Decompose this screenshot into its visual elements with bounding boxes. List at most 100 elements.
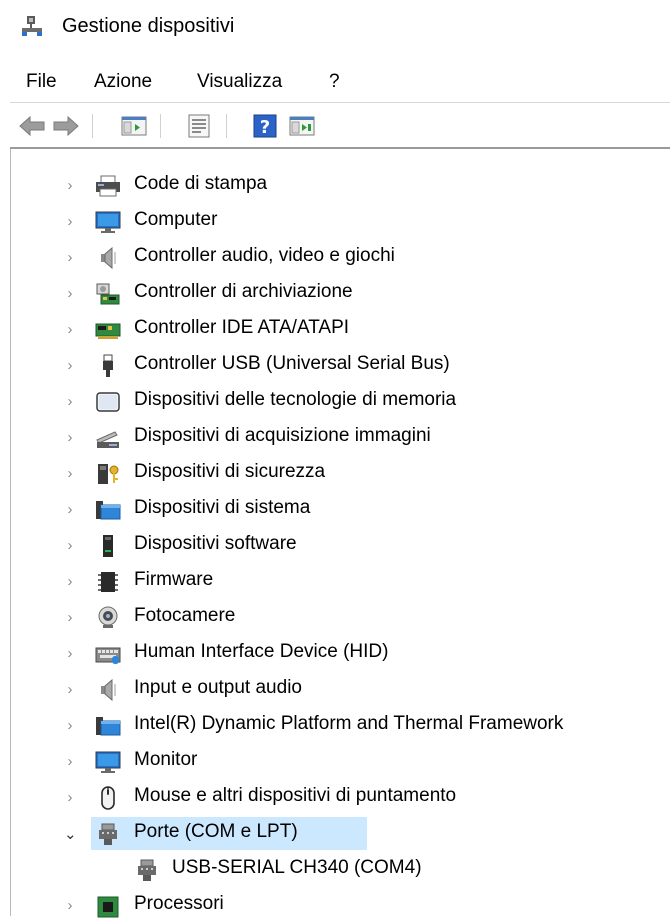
tree-item-label: Fotocamere xyxy=(134,605,236,626)
speaker-icon xyxy=(95,678,121,702)
svg-text:?: ? xyxy=(260,117,270,138)
processor-icon xyxy=(95,894,121,918)
chevron-right-icon[interactable]: › xyxy=(64,357,76,374)
tree-item-label: Firmware xyxy=(134,569,214,590)
tree-item-computer[interactable]: › Computer xyxy=(11,204,670,240)
ide-controller-icon xyxy=(95,318,121,342)
window-title: Gestione dispositivi xyxy=(62,15,235,37)
tree-item-label: USB-SERIAL CH340 (COM4) xyxy=(172,857,422,878)
system-folder-icon xyxy=(95,714,121,738)
tree-item-monitor[interactable]: › Monitor xyxy=(11,744,670,780)
chevron-right-icon[interactable]: › xyxy=(64,645,76,662)
tree-item-controller-ide[interactable]: › Controller IDE ATA/ATAPI xyxy=(11,312,670,348)
menu-file[interactable]: File xyxy=(26,71,57,93)
menu-help[interactable]: ? xyxy=(329,71,340,93)
chevron-right-icon[interactable]: › xyxy=(64,501,76,518)
chevron-right-icon[interactable]: › xyxy=(64,681,76,698)
tree-item-usb-serial-ch340[interactable]: USB-SERIAL CH340 (COM4) xyxy=(11,852,670,888)
tree-item-label: Dispositivi di sistema xyxy=(134,497,311,518)
tree-item-dispositivi-memoria[interactable]: › Dispositivi delle tecnologie di memori… xyxy=(11,384,670,420)
device-manager-icon xyxy=(20,14,44,38)
chevron-right-icon[interactable]: › xyxy=(64,789,76,806)
tree-item-dispositivi-software[interactable]: › Dispositivi software xyxy=(11,528,670,564)
tree-item-processori[interactable]: › Processori xyxy=(11,888,670,924)
chevron-down-icon[interactable]: ⌄ xyxy=(64,825,77,843)
chevron-right-icon[interactable]: › xyxy=(64,465,76,482)
system-folder-icon xyxy=(95,498,121,522)
tree-item-label: Porte (COM e LPT) xyxy=(134,821,298,842)
tree-item-label: Input e output audio xyxy=(134,677,302,698)
title-bar: Gestione dispositivi xyxy=(0,0,670,62)
tree-item-label: Controller audio, video e giochi xyxy=(134,245,395,266)
chevron-right-icon[interactable]: › xyxy=(64,321,76,338)
tree-item-porte-com-lpt[interactable]: ⌄ Porte (COM e LPT) xyxy=(11,816,670,852)
scan-hardware-icon[interactable] xyxy=(288,112,316,140)
tree-item-label: Controller di archiviazione xyxy=(134,281,353,302)
chevron-right-icon[interactable]: › xyxy=(64,609,76,626)
usb-plug-icon xyxy=(95,354,121,378)
tree-item-code-di-stampa[interactable]: › Code di stampa xyxy=(11,168,670,204)
help-icon[interactable]: ? xyxy=(251,112,279,140)
speaker-icon xyxy=(95,246,121,270)
software-device-icon xyxy=(95,534,121,558)
toolbar-divider xyxy=(10,147,670,149)
tree-item-label: Intel(R) Dynamic Platform and Thermal Fr… xyxy=(134,713,564,734)
tree-item-label: Controller IDE ATA/ATAPI xyxy=(134,317,350,338)
toolbar-separator xyxy=(160,114,161,138)
tree-item-firmware[interactable]: › Firmware xyxy=(11,564,670,600)
toolbar-separator xyxy=(92,114,93,138)
firmware-chip-icon xyxy=(95,570,121,594)
chevron-right-icon[interactable]: › xyxy=(64,573,76,590)
toolbar-separator xyxy=(226,114,227,138)
menu-azione[interactable]: Azione xyxy=(94,71,152,93)
port-connector-icon xyxy=(95,822,121,846)
tree-item-dispositivi-sistema[interactable]: › Dispositivi di sistema xyxy=(11,492,670,528)
chevron-right-icon[interactable]: › xyxy=(64,393,76,410)
mouse-icon xyxy=(95,786,121,810)
printer-icon xyxy=(95,174,121,198)
chevron-right-icon[interactable]: › xyxy=(64,717,76,734)
tree-item-hid[interactable]: › Human Interface Device (HID) xyxy=(11,636,670,672)
memory-device-icon xyxy=(95,390,121,414)
chevron-right-icon[interactable]: › xyxy=(64,897,76,914)
computer-icon xyxy=(95,210,121,234)
toolbar: ? xyxy=(0,104,670,146)
tree-item-label: Dispositivi di acquisizione immagini xyxy=(134,425,431,446)
scanner-icon xyxy=(95,426,121,450)
menu-visualizza[interactable]: Visualizza xyxy=(197,71,282,93)
tree-item-dispositivi-acquisizione-immagini[interactable]: › Dispositivi di acquisizione immagini xyxy=(11,420,670,456)
chevron-right-icon[interactable]: › xyxy=(64,429,76,446)
hid-keyboard-icon xyxy=(95,642,121,666)
tree-item-label: Human Interface Device (HID) xyxy=(134,641,389,662)
tree-item-intel-dptf[interactable]: › Intel(R) Dynamic Platform and Thermal … xyxy=(11,708,670,744)
chevron-right-icon[interactable]: › xyxy=(64,249,76,266)
tree-item-dispositivi-sicurezza[interactable]: › Dispositivi di sicurezza xyxy=(11,456,670,492)
chevron-right-icon[interactable]: › xyxy=(64,213,76,230)
chevron-right-icon[interactable]: › xyxy=(64,753,76,770)
tree-item-label: Mouse e altri dispositivi di puntamento xyxy=(134,785,457,806)
menu-divider xyxy=(10,102,670,103)
forward-arrow-icon[interactable] xyxy=(52,112,80,140)
tree-item-fotocamere[interactable]: › Fotocamere xyxy=(11,600,670,636)
tree-item-label: Computer xyxy=(134,209,218,230)
tree-item-label: Controller USB (Universal Serial Bus) xyxy=(134,353,450,374)
device-tree: › Code di stampa › Computer › Controller… xyxy=(11,150,670,918)
properties-icon[interactable] xyxy=(186,112,214,140)
storage-controller-icon xyxy=(95,282,121,306)
show-hide-console-tree-icon[interactable] xyxy=(120,112,148,140)
port-connector-icon xyxy=(134,858,160,882)
tree-item-label: Dispositivi software xyxy=(134,533,297,554)
tree-item-label: Dispositivi delle tecnologie di memoria xyxy=(134,389,457,410)
tree-item-controller-di-archiviazione[interactable]: › Controller di archiviazione xyxy=(11,276,670,312)
back-arrow-icon[interactable] xyxy=(18,112,46,140)
chevron-right-icon[interactable]: › xyxy=(64,537,76,554)
webcam-icon xyxy=(95,606,121,630)
chevron-right-icon[interactable]: › xyxy=(64,285,76,302)
tree-item-controller-audio-video-giochi[interactable]: › Controller audio, video e giochi xyxy=(11,240,670,276)
menu-bar: File Azione Visualizza ? xyxy=(0,62,670,102)
tree-item-controller-usb[interactable]: › Controller USB (Universal Serial Bus) xyxy=(11,348,670,384)
tree-item-input-output-audio[interactable]: › Input e output audio xyxy=(11,672,670,708)
tree-item-mouse[interactable]: › Mouse e altri dispositivi di puntament… xyxy=(11,780,670,816)
chevron-right-icon[interactable]: › xyxy=(64,177,76,194)
tree-item-label: Dispositivi di sicurezza xyxy=(134,461,326,482)
